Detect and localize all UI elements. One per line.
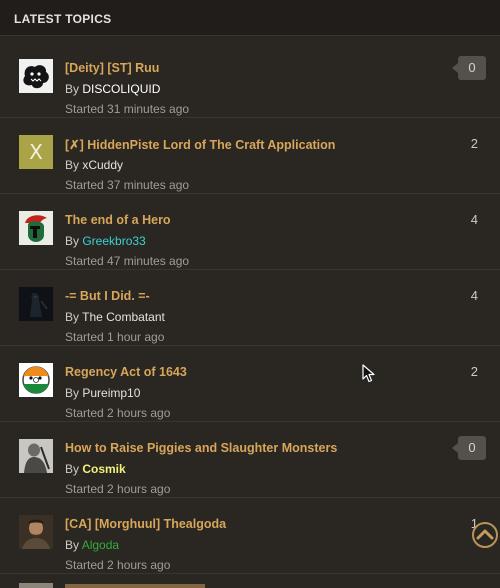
author-link[interactable]: The Combatant — [82, 310, 165, 324]
by-label: By — [65, 82, 83, 96]
reply-count-badge: 0 — [452, 56, 486, 80]
topic-row[interactable]: X [✗] HiddenPiste Lord of The Craft Appl… — [0, 118, 500, 194]
topic-title[interactable]: The end of a Hero — [65, 213, 171, 227]
topic-title-fragment — [65, 584, 205, 588]
mouse-pointer-icon — [362, 364, 376, 389]
topic-byline: By DISCOLIQUID — [65, 82, 160, 96]
scroll-to-top-button[interactable] — [472, 522, 498, 548]
ink-blot-avatar[interactable] — [19, 59, 53, 93]
topic-title[interactable]: [CA] [Morghuul] Thealgoda — [65, 517, 226, 531]
panel-header: LATEST TOPICS — [0, 0, 500, 36]
topic-byline: By Algoda — [65, 538, 119, 552]
topic-byline: By Greekbro33 — [65, 234, 146, 248]
by-label: By — [65, 234, 83, 248]
started-time: Started 31 minutes ago — [65, 102, 190, 116]
avatar-letter: X — [29, 140, 43, 164]
reply-count-badge: 0 — [452, 436, 486, 460]
reply-count: 4 — [470, 288, 478, 303]
by-label: By — [65, 310, 83, 324]
reply-count: 2 — [470, 364, 478, 379]
author-link[interactable]: Cosmik — [82, 462, 125, 476]
topic-byline: By xCuddy — [65, 158, 123, 172]
author-link[interactable]: DISCOLIQUID — [82, 82, 160, 96]
topic-row-partial[interactable] — [0, 575, 500, 588]
topic-title[interactable]: [✗] HiddenPiste Lord of The Craft Applic… — [65, 137, 335, 152]
chevron-up-icon — [476, 529, 494, 540]
reply-count: 4 — [470, 212, 478, 227]
topic-row[interactable]: [CA] [Morghuul] Thealgoda By Algoda Star… — [0, 498, 500, 574]
by-label: By — [65, 462, 83, 476]
author-link[interactable]: Algoda — [82, 538, 119, 552]
avatar[interactable] — [19, 583, 53, 588]
topic-row[interactable]: -= But I Did. =- By The Combatant Starte… — [0, 270, 500, 346]
topic-title[interactable]: How to Raise Piggies and Slaughter Monst… — [65, 441, 337, 455]
author-link[interactable]: xCuddy — [82, 158, 123, 172]
warrior-avatar[interactable] — [19, 439, 53, 473]
dark-figure-avatar[interactable] — [19, 287, 53, 321]
by-label: By — [65, 538, 82, 552]
started-time: Started 2 hours ago — [65, 482, 171, 496]
topic-title[interactable]: Regency Act of 1643 — [65, 365, 187, 379]
by-label: By — [65, 386, 83, 400]
spartan-helmet-avatar[interactable] — [19, 211, 53, 245]
started-time: Started 2 hours ago — [65, 406, 171, 420]
started-time: Started 47 minutes ago — [65, 254, 190, 268]
topic-title[interactable]: [Deity] [ST] Ruu — [65, 61, 159, 75]
latest-topics-panel: LATEST TOPICS [Deity] [ST] Ruu By DISCOL… — [0, 0, 500, 588]
author-link[interactable]: Pureimp10 — [82, 386, 140, 400]
bearded-man-avatar[interactable] — [19, 515, 53, 549]
by-label: By — [65, 158, 83, 172]
panel-title: LATEST TOPICS — [14, 12, 112, 26]
flag-ball-avatar[interactable] — [19, 363, 53, 397]
started-time: Started 37 minutes ago — [65, 178, 190, 192]
topic-byline: By Pureimp10 — [65, 386, 140, 400]
topic-row[interactable]: [Deity] [ST] Ruu By DISCOLIQUID Started … — [0, 42, 500, 118]
started-time: Started 1 hour ago — [65, 330, 165, 344]
started-time: Started 2 hours ago — [65, 558, 171, 572]
topic-byline: By The Combatant — [65, 310, 165, 324]
topic-title[interactable]: -= But I Did. =- — [65, 289, 150, 303]
topic-row[interactable]: Regency Act of 1643 By Pureimp10 Started… — [0, 346, 500, 422]
letter-x-avatar[interactable]: X — [19, 135, 53, 169]
topic-row[interactable]: How to Raise Piggies and Slaughter Monst… — [0, 422, 500, 498]
author-link[interactable]: Greekbro33 — [82, 234, 145, 248]
topic-row[interactable]: The end of a Hero By Greekbro33 Started … — [0, 194, 500, 270]
topic-byline: By Cosmik — [65, 462, 126, 476]
reply-count: 2 — [470, 136, 478, 151]
